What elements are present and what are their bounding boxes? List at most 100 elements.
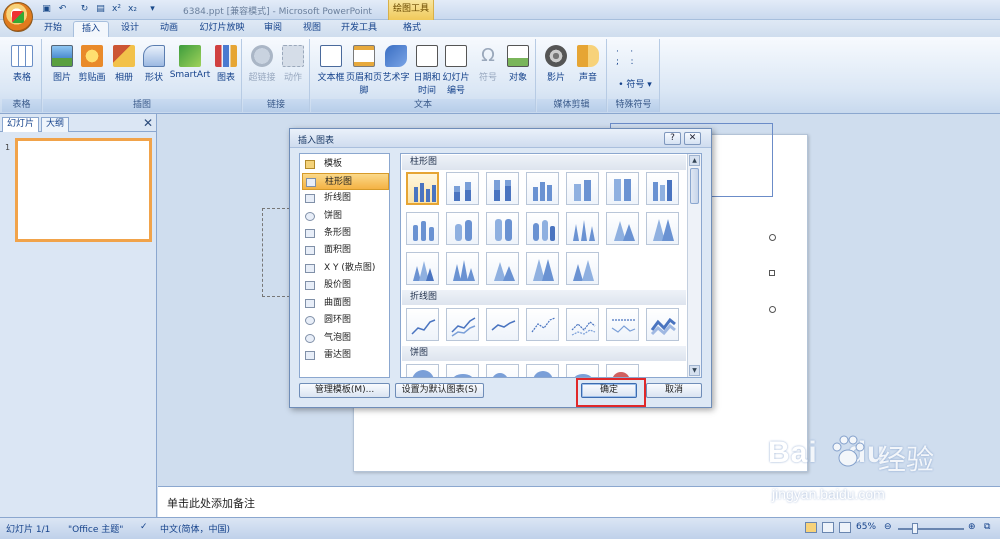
chart-thumb-3d-cone[interactable]	[406, 252, 439, 285]
zoom-out-icon[interactable]: ⊖	[884, 522, 892, 532]
chart-thumb-clustered-cone[interactable]	[566, 212, 599, 245]
chart-thumb-100-pyramid[interactable]	[526, 252, 559, 285]
chart-thumb-stacked-cylinder[interactable]	[446, 212, 479, 245]
sound-button[interactable]: 声音	[571, 43, 605, 98]
textbox-button[interactable]: 文本框	[314, 43, 348, 98]
tab-view[interactable]: 视图	[297, 21, 327, 37]
chart-thumb-pie[interactable]	[406, 364, 439, 377]
customize-qat-icon[interactable]: ▾	[146, 3, 159, 16]
category-templates[interactable]: 模板	[302, 156, 389, 173]
category-stock[interactable]: 股价图	[302, 277, 389, 294]
header-footer-button[interactable]: 页眉和页脚	[346, 43, 382, 98]
scrollbar-thumb[interactable]	[690, 168, 699, 204]
chart-thumb-stacked-cone[interactable]	[606, 212, 639, 245]
chart-thumb-stacked-pyramid[interactable]	[486, 252, 519, 285]
category-bubble[interactable]: 气泡图	[302, 330, 389, 347]
table-button[interactable]: 表格	[5, 43, 39, 98]
scroll-up-icon[interactable]: ▲	[689, 155, 700, 166]
set-default-chart-button[interactable]: 设置为默认图表(S)	[395, 383, 484, 398]
symbol-dropdown-button[interactable]: • 符号 ▾	[616, 77, 654, 91]
chart-thumb-100-line[interactable]	[486, 308, 519, 341]
help-button[interactable]: ?	[664, 132, 681, 145]
zoom-slider[interactable]	[898, 528, 964, 530]
save-icon[interactable]: ▣	[40, 3, 53, 16]
chart-thumb-clustered-column[interactable]	[406, 172, 439, 205]
slide-thumbnail[interactable]	[15, 138, 152, 242]
tab-review[interactable]: 审阅	[258, 21, 288, 37]
chart-thumb-pie-of-pie[interactable]	[486, 364, 519, 377]
zoom-in-icon[interactable]: ⊕	[968, 522, 976, 532]
chart-thumb-stacked-column[interactable]	[446, 172, 479, 205]
chart-thumb-100-stacked-column[interactable]	[486, 172, 519, 205]
gallery-scrollbar[interactable]: ▲ ▼	[687, 154, 701, 377]
category-surface[interactable]: 曲面图	[302, 295, 389, 312]
normal-view-icon[interactable]	[805, 522, 817, 533]
chart-thumb-line[interactable]	[406, 308, 439, 341]
tab-insert[interactable]: 插入	[73, 21, 109, 37]
wordart-button[interactable]: 艺术字	[379, 43, 413, 98]
chart-thumb-3d-column[interactable]	[646, 172, 679, 205]
chart-thumb-3d-100-column[interactable]	[606, 172, 639, 205]
category-bar[interactable]: 条形图	[302, 225, 389, 242]
category-radar[interactable]: 雷达图	[302, 347, 389, 364]
chart-thumb-clustered-pyramid[interactable]	[446, 252, 479, 285]
zoom-level[interactable]: 65%	[856, 522, 876, 532]
slide-number-button[interactable]: 幻灯片编号	[439, 43, 473, 98]
category-doughnut[interactable]: 圆环图	[302, 312, 389, 329]
close-icon[interactable]: ✕	[143, 116, 153, 130]
chart-thumb-clustered-cylinder[interactable]	[406, 212, 439, 245]
zoom-slider-thumb[interactable]	[912, 523, 918, 534]
slide-sorter-icon[interactable]	[822, 522, 834, 533]
object-button[interactable]: 对象	[501, 43, 535, 98]
chart-button[interactable]: 图表	[209, 43, 243, 98]
print-preview-icon[interactable]: ▤	[94, 3, 107, 16]
tab-format[interactable]: 格式	[393, 21, 431, 37]
redo-icon[interactable]: ↻	[78, 3, 91, 16]
smartart-button[interactable]: SmartArt	[169, 43, 211, 98]
resize-handle[interactable]	[769, 234, 776, 241]
chart-thumb-exploded-pie[interactable]	[526, 364, 559, 377]
tab-developer[interactable]: 开发工具	[336, 21, 382, 37]
action-button[interactable]: 动作	[276, 43, 310, 98]
tab-slides[interactable]: 幻灯片	[2, 117, 40, 132]
chart-thumb-3d-stacked-column[interactable]	[566, 172, 599, 205]
chart-thumb-3d-cylinder[interactable]	[526, 212, 559, 245]
manage-templates-button[interactable]: 管理模板(M)...	[299, 383, 390, 398]
tab-animation[interactable]: 动画	[154, 21, 184, 37]
category-pie[interactable]: 饼图	[302, 208, 389, 225]
chart-thumb-line-markers[interactable]	[526, 308, 559, 341]
chart-thumb-bar-of-pie[interactable]	[606, 364, 639, 377]
chart-thumb-stacked-line[interactable]	[446, 308, 479, 341]
tab-design[interactable]: 设计	[115, 21, 145, 37]
shapes-button[interactable]: 形状	[137, 43, 171, 98]
hyperlink-button[interactable]: 超链接	[245, 43, 279, 98]
subscript-icon[interactable]: x₂	[126, 3, 139, 16]
chart-thumb-3d-exploded-pie[interactable]	[566, 364, 599, 377]
tab-home[interactable]: 开始	[38, 21, 68, 37]
category-area[interactable]: 面积图	[302, 242, 389, 259]
photo-album-button[interactable]: 相册	[107, 43, 141, 98]
clipart-button[interactable]: 剪贴画	[75, 43, 109, 98]
picture-button[interactable]: 图片	[45, 43, 79, 98]
office-button[interactable]	[3, 2, 33, 32]
scroll-down-icon[interactable]: ▼	[689, 365, 700, 376]
chart-thumb-100-cylinder[interactable]	[486, 212, 519, 245]
chart-thumb-100-cone[interactable]	[646, 212, 679, 245]
resize-handle[interactable]	[769, 306, 776, 313]
category-line[interactable]: 折线图	[302, 190, 389, 207]
spellcheck-icon[interactable]: ✓	[140, 522, 148, 532]
chart-thumb-3d-pyramid[interactable]	[566, 252, 599, 285]
chart-thumb-100-line-markers[interactable]	[606, 308, 639, 341]
movie-button[interactable]: 影片	[539, 43, 573, 98]
category-scatter[interactable]: X Y (散点图)	[302, 260, 389, 277]
superscript-icon[interactable]: x²	[110, 3, 123, 16]
symbol-grid[interactable]: · ·; :	[616, 47, 634, 67]
cancel-button[interactable]: 取消	[646, 383, 702, 398]
tab-outline[interactable]: 大纲	[41, 117, 70, 132]
chart-thumb-3d-line[interactable]	[646, 308, 679, 341]
resize-handle[interactable]	[769, 270, 775, 276]
chart-thumb-3d-pie[interactable]	[446, 364, 479, 377]
slideshow-icon[interactable]	[839, 522, 851, 533]
close-button[interactable]: ✕	[684, 132, 701, 145]
undo-icon[interactable]: ↶	[56, 3, 69, 16]
